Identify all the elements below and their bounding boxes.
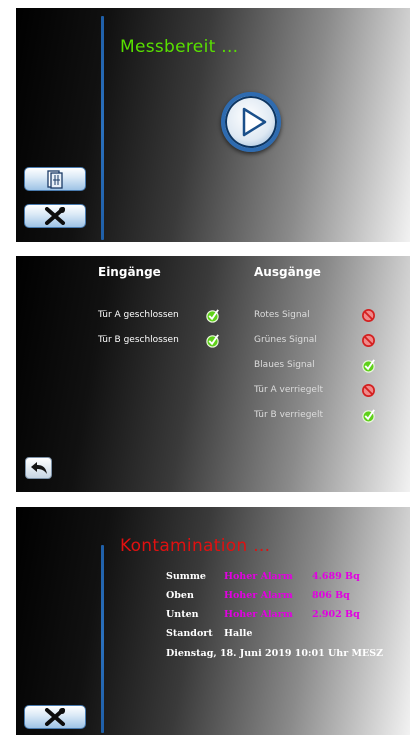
alarm-status: Hoher Alarm: [224, 609, 293, 620]
location-row: Standort Halle: [166, 628, 252, 639]
sidebar-divider: [101, 545, 104, 733]
blocked-icon: [362, 334, 375, 347]
measurement-row: Oben Hoher Alarm 806 Bq: [166, 590, 350, 601]
tools-button[interactable]: [24, 705, 86, 729]
activity-value: 806 Bq: [312, 590, 350, 601]
activity-value: 2.902 Bq: [312, 609, 360, 620]
check-ok-icon: [206, 309, 219, 323]
output-label: Rotes Signal: [254, 310, 310, 320]
output-label: Tür A verriegelt: [254, 385, 323, 395]
input-label: Tür A geschlossen: [98, 310, 179, 320]
check-ok-icon: [362, 409, 375, 423]
back-arrow-icon: [31, 462, 47, 474]
measurement-row: Summe Hoher Alarm 4.689 Bq: [166, 571, 360, 582]
output-label: Tür B verriegelt: [254, 410, 323, 420]
ready-screen: Messbereit ...: [16, 8, 410, 242]
check-ok-icon: [206, 334, 219, 348]
input-label: Tür B geschlossen: [98, 335, 179, 345]
door-button[interactable]: [24, 167, 86, 191]
alarm-status: Hoher Alarm: [224, 590, 293, 601]
output-label: Grünes Signal: [254, 335, 317, 345]
tools-button[interactable]: [24, 204, 86, 228]
check-ok-icon: [362, 359, 375, 373]
blocked-icon: [362, 309, 375, 322]
tools-icon: [45, 708, 65, 726]
blocked-icon: [362, 384, 375, 397]
activity-value: 4.689 Bq: [312, 571, 360, 582]
contamination-heading: Kontamination ...: [120, 536, 271, 556]
sidebar-divider: [101, 16, 104, 240]
door-icon: [47, 170, 63, 189]
start-measurement-button[interactable]: [221, 92, 281, 152]
play-icon: [242, 107, 267, 137]
row-label: Oben: [166, 590, 194, 601]
outputs-heading: Ausgänge: [254, 265, 321, 279]
ready-heading: Messbereit ...: [120, 37, 239, 57]
datetime: Dienstag, 18. Juni 2019 10:01 Uhr MESZ: [166, 648, 384, 659]
inputs-heading: Eingänge: [98, 265, 161, 279]
location-value: Halle: [224, 628, 253, 639]
contamination-screen: Kontamination ... Summe Hoher Alarm 4.689 …: [16, 507, 410, 735]
tools-icon: [45, 207, 65, 225]
location-label: Standort: [166, 628, 213, 639]
row-label: Summe: [166, 571, 206, 582]
measurement-row: Unten Hoher Alarm 2.902 Bq: [166, 609, 360, 620]
io-status-screen: Eingänge Ausgänge Tür A geschlossen Tür …: [16, 256, 410, 492]
alarm-status: Hoher Alarm: [224, 571, 293, 582]
back-button[interactable]: [25, 457, 52, 479]
row-label: Unten: [166, 609, 199, 620]
output-label: Blaues Signal: [254, 360, 315, 370]
